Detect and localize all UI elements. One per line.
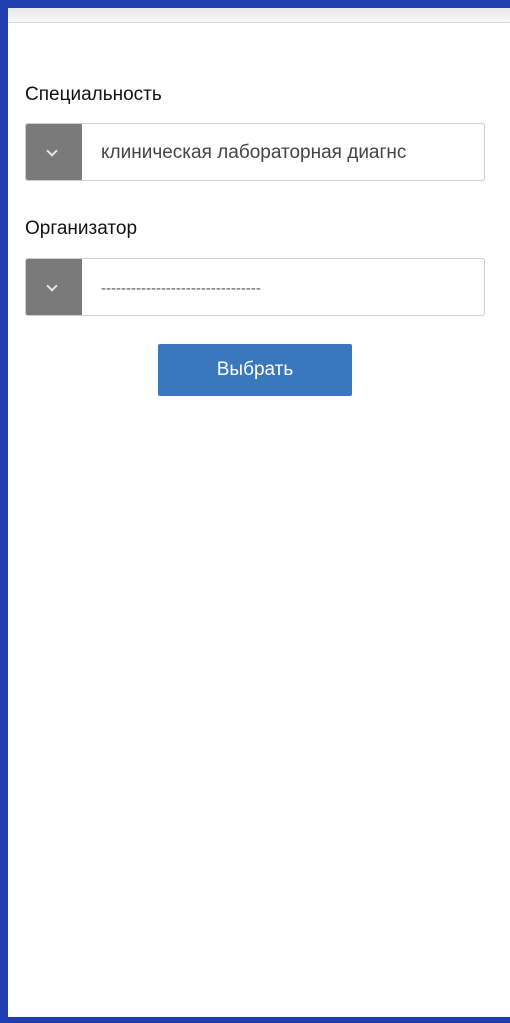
organizer-label: Организатор bbox=[25, 218, 138, 239]
specialty-label: Специальность bbox=[25, 84, 162, 105]
select-button[interactable]: Выбрать bbox=[158, 344, 352, 396]
chevron-down-icon bbox=[46, 280, 58, 292]
top-bar bbox=[8, 8, 510, 23]
organizer-dropdown-toggle[interactable] bbox=[26, 259, 82, 315]
chevron-down-icon bbox=[46, 145, 58, 157]
organizer-select[interactable]: -------------------------------- bbox=[25, 258, 485, 316]
organizer-placeholder: -------------------------------- bbox=[101, 280, 261, 297]
specialty-selected-value: клиническая лабораторная диагнс bbox=[101, 142, 407, 163]
specialty-select[interactable]: клиническая лабораторная диагнс bbox=[25, 123, 485, 181]
organizer-selected-value: -------------------------------- bbox=[101, 259, 474, 315]
specialty-dropdown-toggle[interactable] bbox=[26, 124, 82, 180]
